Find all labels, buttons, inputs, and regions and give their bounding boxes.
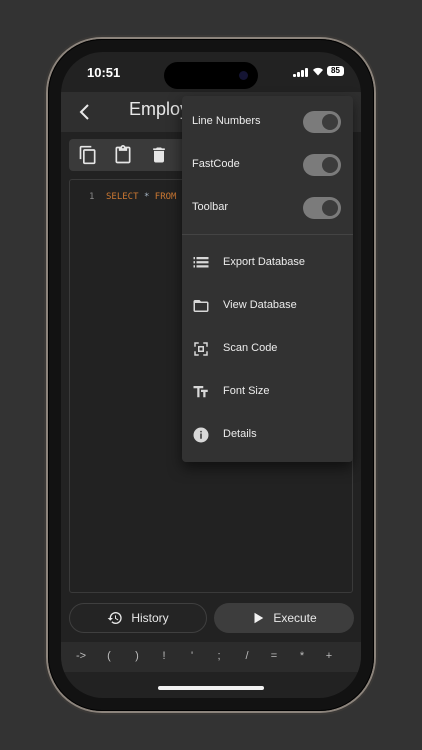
quick-key[interactable]: = [266,650,282,662]
quick-key[interactable]: / [239,650,255,662]
quick-key[interactable]: ( [101,650,117,662]
menu-item-label: Line Numbers [192,115,261,127]
quick-key[interactable]: -> [73,650,89,662]
execute-label: Execute [273,611,317,625]
menu-item-label: Scan Code [223,342,278,354]
menu-item-font-size[interactable]: Font Size [182,374,353,410]
quick-key[interactable]: ' [184,650,200,662]
menu-item-label: Export Database [223,256,305,268]
dynamic-island [164,62,258,89]
quick-key[interactable]: * [294,650,310,662]
phone-side-button [44,168,47,194]
status-bar: 10:51 85 [61,52,361,92]
quick-key[interactable]: ! [156,650,172,662]
menu-item-toolbar[interactable]: Toolbar [182,190,353,226]
font-size-icon [193,386,208,398]
menu-item-details[interactable]: Details [182,417,353,453]
execute-button[interactable]: Execute [214,603,354,633]
menu-divider [182,234,353,235]
menu-item-fastcode[interactable]: FastCode [182,147,353,183]
export-database-icon [193,257,209,268]
quick-keys-bar: -> ( ) ! ' ; / = * + [61,642,361,672]
history-button[interactable]: History [69,603,207,633]
status-time: 10:51 [87,65,121,80]
folder-icon [193,300,209,312]
play-icon [254,612,264,624]
menu-item-line-numbers[interactable]: Line Numbers [182,104,353,140]
menu-item-label: Font Size [223,385,270,397]
quick-key[interactable]: ; [211,650,227,662]
sql-keyword-from: FROM [154,192,177,202]
battery-icon: 85 [327,66,344,76]
menu-item-label: Toolbar [192,201,229,213]
app-screen: 10:51 85 Employ 1 SELECT * FROM History … [61,52,361,698]
menu-item-label: View Database [223,299,297,311]
line-numbers-toggle[interactable] [303,111,341,133]
signal-icon [293,68,309,77]
toolbar-toggle[interactable] [303,197,341,219]
menu-item-label: FastCode [192,158,240,170]
back-arrow-icon[interactable] [73,100,97,124]
home-indicator[interactable] [158,686,264,690]
options-menu: Line Numbers FastCode Toolbar Export Dat… [182,96,353,462]
clipboard-icon[interactable] [113,145,133,165]
page-title: Employ [129,99,190,119]
history-label: History [131,611,169,625]
sql-operator-star: * [143,192,150,202]
line-number: 1 [89,192,95,202]
fastcode-toggle[interactable] [303,154,341,176]
history-icon [107,612,122,624]
phone-volume-up [44,215,47,265]
sql-code: SELECT * FROM [106,192,176,202]
phone-volume-down [44,280,47,330]
menu-item-scan-code[interactable]: Scan Code [182,331,353,367]
quick-key[interactable]: + [321,650,337,662]
sql-keyword-select: SELECT [106,192,139,202]
menu-item-label: Details [223,428,257,440]
menu-item-view-database[interactable]: View Database [182,288,353,324]
copy-icon[interactable] [78,145,98,165]
quick-key[interactable]: ) [129,650,145,662]
info-icon [193,427,209,443]
scan-icon [194,342,208,356]
delete-icon[interactable] [149,145,169,165]
wifi-icon [313,67,323,76]
phone-power-button [375,250,378,330]
menu-item-export-database[interactable]: Export Database [182,245,353,281]
